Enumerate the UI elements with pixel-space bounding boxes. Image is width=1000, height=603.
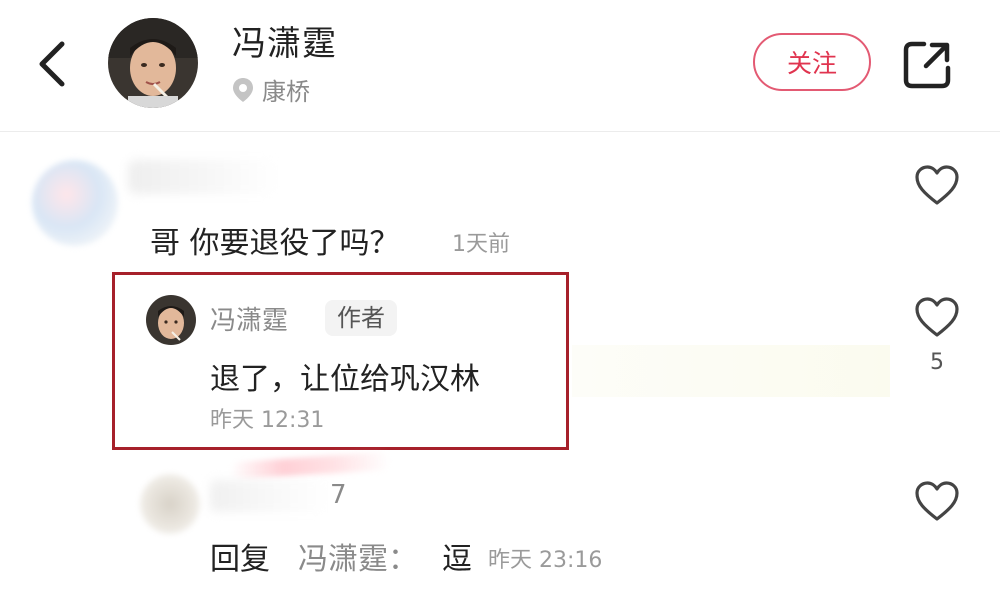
share-external-icon — [903, 41, 951, 89]
heart-icon — [915, 481, 959, 521]
redaction-scribble — [229, 451, 391, 481]
like-button[interactable] — [914, 164, 960, 206]
replier-name-tail: 7 — [330, 480, 347, 510]
author-avatar-photo — [146, 295, 196, 345]
commenter-name-blurred — [128, 160, 278, 194]
comment-time: 1天前 — [452, 232, 510, 257]
comment-page: 冯潇霆 康桥 关注 哥 你要退役了吗？ 1天前 冯潇霆 作者 退了，让位给巩汉林… — [0, 0, 1000, 603]
chevron-left-icon — [39, 41, 65, 87]
back-button[interactable] — [30, 36, 76, 92]
heart-icon — [915, 297, 959, 337]
user-name: 冯潇霆 — [232, 24, 337, 64]
reply-body: 逗 — [442, 542, 472, 577]
location-label: 康桥 — [262, 78, 310, 106]
user-avatar[interactable] — [108, 18, 198, 108]
like-count: 5 — [930, 350, 944, 375]
replier-avatar-blurred[interactable] — [140, 474, 200, 534]
author-badge: 作者 — [325, 300, 397, 336]
follow-button[interactable]: 关注 — [753, 33, 871, 91]
author-avatar[interactable] — [146, 295, 196, 345]
heart-icon — [915, 165, 959, 205]
background-strip — [572, 345, 890, 397]
share-button[interactable] — [902, 38, 954, 90]
reply-like-button[interactable] — [914, 296, 960, 338]
profile-header: 冯潇霆 康桥 关注 — [0, 0, 1000, 132]
location: 康桥 — [232, 72, 310, 107]
commenter-avatar-blurred[interactable] — [32, 160, 118, 246]
reply-to-name[interactable]: 冯潇霆： — [298, 534, 418, 578]
header-divider — [0, 131, 1000, 132]
reply-time: 昨天 23:16 — [488, 548, 603, 573]
replier-name-blurred — [210, 480, 328, 512]
reply-author-name[interactable]: 冯潇霆 — [210, 300, 288, 337]
reply-prefix: 回复 — [210, 542, 270, 577]
reply-time: 昨天 12:31 — [210, 408, 325, 433]
comment-text: 哥 你要退役了吗？ — [150, 226, 400, 261]
reply3-like-button[interactable] — [914, 480, 960, 522]
reply-text: 退了，让位给巩汉林 — [210, 362, 480, 397]
location-pin-icon — [233, 77, 253, 102]
avatar-photo — [108, 18, 198, 108]
